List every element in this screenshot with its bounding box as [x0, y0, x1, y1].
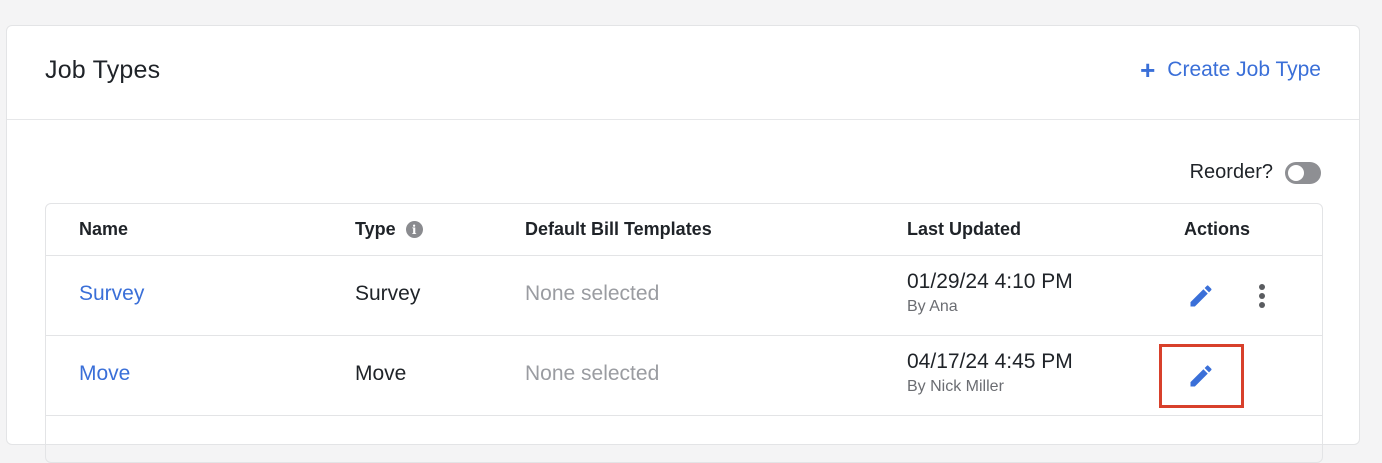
- last-updated-by: By Nick Miller: [907, 378, 1004, 395]
- job-type-type: Survey: [355, 282, 421, 305]
- last-updated: 01/29/24 4:10 PM By Ana: [907, 270, 1073, 316]
- job-types-table: Name Type i Default Bill Templates Last …: [45, 203, 1323, 463]
- plus-icon: +: [1140, 55, 1156, 85]
- more-vertical-icon[interactable]: [1257, 282, 1267, 310]
- column-header-type: Type i: [355, 219, 423, 240]
- edit-pencil-icon[interactable]: [1187, 362, 1215, 390]
- table-row: Survey Survey None selected 01/29/24 4:1…: [46, 256, 1322, 336]
- page-title: Job Types: [45, 56, 161, 84]
- bill-templates-value: None selected: [525, 282, 660, 305]
- table-header: Name Type i Default Bill Templates Last …: [46, 204, 1322, 256]
- last-updated-time: 04/17/24 4:45 PM: [907, 350, 1073, 373]
- column-header-last-updated: Last Updated: [907, 219, 1022, 239]
- info-icon[interactable]: i: [405, 221, 423, 238]
- job-type-name-link[interactable]: Survey: [79, 282, 144, 306]
- create-job-type-label: Create Job Type: [1167, 58, 1321, 81]
- last-updated: 04/17/24 4:45 PM By Nick Miller: [907, 350, 1073, 396]
- job-type-type: Move: [355, 362, 407, 385]
- job-types-card: Job Types + Create Job Type Reorder? Nam…: [6, 25, 1360, 463]
- reorder-label: Reorder?: [1189, 161, 1273, 183]
- bill-templates-value: None selected: [525, 362, 660, 385]
- edit-pencil-icon[interactable]: [1187, 282, 1215, 310]
- reorder-control: Reorder?: [1190, 161, 1321, 184]
- toggle-knob: [1288, 164, 1304, 181]
- create-job-type-button[interactable]: + Create Job Type: [1140, 55, 1321, 85]
- table-row: Move Move None selected 04/17/24 4:45 PM…: [46, 336, 1322, 416]
- column-header-actions: Actions: [1184, 219, 1251, 239]
- column-header-type-label: Type: [355, 219, 396, 239]
- job-type-name-link[interactable]: Move: [79, 362, 130, 386]
- card-header: Job Types + Create Job Type: [7, 26, 1359, 120]
- last-updated-time: 01/29/24 4:10 PM: [907, 270, 1073, 293]
- column-header-bill-templates: Default Bill Templates: [525, 219, 712, 239]
- column-header-name: Name: [79, 219, 129, 239]
- last-updated-by: By Ana: [907, 298, 958, 315]
- reorder-toggle[interactable]: [1285, 161, 1321, 184]
